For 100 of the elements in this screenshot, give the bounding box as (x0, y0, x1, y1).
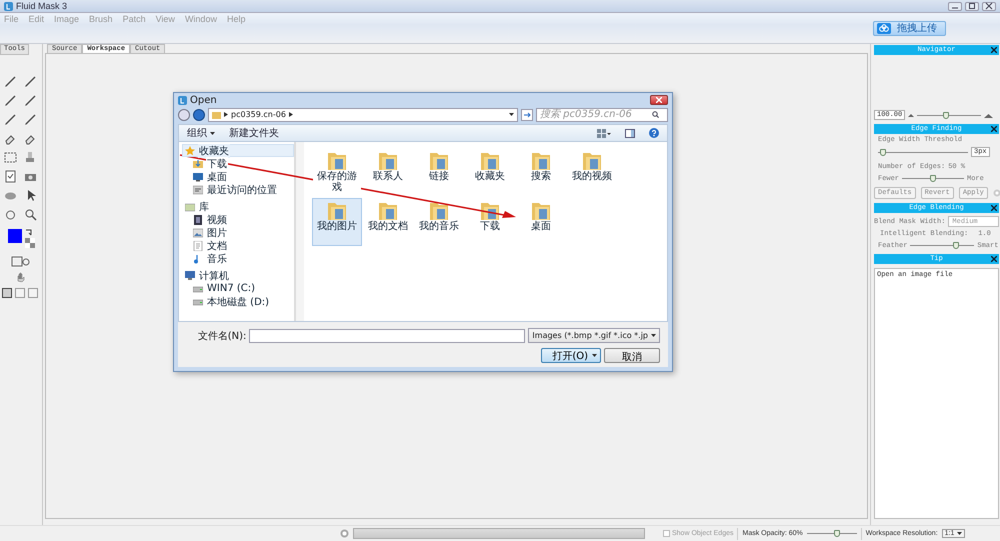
organize-menu[interactable]: 组织 (187, 126, 215, 140)
search-field[interactable]: 搜索 pc0359.cn-06 (536, 108, 668, 122)
folder-icon (212, 110, 221, 118)
brush-icon[interactable] (4, 94, 16, 107)
zoom-icon[interactable] (24, 208, 36, 221)
checklist-icon[interactable] (4, 170, 16, 183)
caret-icon (957, 532, 962, 535)
file-item[interactable]: 收藏夹 (465, 148, 515, 196)
slider-thumb[interactable] (834, 530, 840, 537)
monitor-icon (193, 172, 203, 182)
mask-opacity-slider[interactable] (806, 529, 857, 538)
caret-icon (509, 113, 514, 116)
file-item[interactable]: 保存的游戏 (312, 148, 362, 196)
nav-item[interactable]: WIN7 (C:) (182, 282, 294, 295)
folder-icon (531, 200, 551, 220)
file-item[interactable]: 联系人 (363, 148, 413, 196)
zoom-out-icon (908, 113, 914, 117)
nav-item[interactable]: 桌面 (182, 170, 294, 183)
nav-item[interactable]: 文档 (182, 239, 294, 252)
slider-thumb[interactable] (953, 242, 960, 249)
file-item[interactable]: 我的文档 (363, 198, 413, 246)
nav-item[interactable]: 视频 (182, 213, 294, 226)
folder-icon (480, 150, 500, 170)
close-button[interactable] (650, 95, 668, 105)
close-icon (656, 97, 662, 103)
cancel-button[interactable]: 取消 (604, 348, 660, 363)
computer-icon (185, 270, 195, 280)
close-icon (983, 2, 995, 10)
refresh-icon[interactable] (521, 108, 533, 120)
forward-button[interactable] (193, 108, 205, 120)
zoom-slider[interactable] (917, 110, 982, 120)
breadcrumb[interactable]: pc0359.cn-06 (231, 110, 286, 119)
caret-icon (210, 132, 215, 134)
search-icon (652, 111, 659, 118)
swap-arrows-icon[interactable] (25, 229, 32, 236)
library-icon (185, 202, 195, 212)
close-icon[interactable] (991, 126, 997, 132)
edges-slider[interactable] (902, 174, 964, 183)
brush-icon[interactable] (24, 94, 36, 107)
upload-button[interactable]: 拖拽上传 (873, 20, 946, 36)
minimize-button[interactable] (948, 2, 962, 10)
nav-item[interactable]: 下载 (182, 157, 294, 170)
dialog-title: Open (190, 94, 217, 106)
file-item[interactable]: 我的视频 (567, 148, 617, 196)
app-icon (178, 96, 187, 104)
nav-item[interactable]: 音乐 (182, 252, 294, 265)
picture-icon (193, 228, 203, 238)
transparency-swatch[interactable] (25, 238, 35, 248)
caret-icon (651, 334, 656, 337)
close-icon[interactable] (991, 256, 997, 262)
pen-icon[interactable] (4, 75, 16, 88)
field-label: 文件名(N): (198, 330, 246, 342)
drive-icon (193, 296, 203, 306)
color-swatch[interactable] (8, 229, 22, 243)
file-item[interactable]: 搜索 (516, 148, 566, 196)
filename-field[interactable] (249, 328, 526, 342)
blend-slider[interactable] (910, 241, 974, 250)
chevron-icon (288, 112, 293, 117)
slider-thumb[interactable] (930, 175, 936, 182)
folder-icon (327, 150, 347, 170)
nav-item[interactable]: 收藏夹 (182, 144, 294, 157)
address-bar[interactable]: pc0359.cn-06 (208, 108, 518, 122)
app-icon (4, 2, 13, 10)
open-button[interactable]: 打开(O) (541, 348, 601, 363)
restore-button[interactable] (965, 2, 979, 10)
stamp-icon[interactable] (24, 151, 36, 164)
file-item[interactable]: 桌面 (516, 198, 566, 246)
slider-thumb[interactable] (943, 112, 950, 118)
brush-icon[interactable] (4, 113, 16, 126)
nav-item[interactable]: 图片 (182, 226, 294, 239)
new-folder-button[interactable]: 新建文件夹 (229, 126, 279, 140)
folder-icon (531, 150, 551, 170)
close-icon[interactable] (991, 47, 997, 53)
download-folder-icon (193, 158, 203, 168)
nav-item[interactable]: 计算机 (182, 269, 294, 282)
pen-icon[interactable] (24, 75, 36, 88)
preview-pane-icon[interactable] (625, 128, 635, 138)
file-type-dropdown[interactable]: Images (*.bmp *.gif *.ico *.jp (528, 328, 660, 343)
file-item[interactable]: 下载 (465, 198, 515, 246)
back-button[interactable] (178, 108, 190, 120)
folder-icon (429, 200, 449, 220)
rectangle-select-icon[interactable] (4, 151, 16, 164)
close-button[interactable] (982, 2, 996, 10)
close-icon[interactable] (991, 205, 997, 211)
file-item[interactable]: 我的音乐 (414, 198, 464, 246)
slider-thumb[interactable] (880, 148, 886, 156)
mask-preview-icon[interactable] (11, 256, 31, 267)
file-item[interactable]: 我的图片 (312, 198, 362, 246)
scrollbar[interactable] (295, 142, 304, 321)
help-icon[interactable] (649, 128, 659, 138)
nav-item[interactable]: 库 (182, 200, 294, 213)
cloud-icon (877, 22, 891, 34)
view-mode-button[interactable] (2, 288, 12, 298)
folder-icon (378, 200, 398, 220)
zoom-in-icon (984, 112, 994, 118)
restore-icon (966, 2, 978, 10)
brush-icon[interactable] (24, 113, 36, 126)
threshold-slider[interactable] (878, 148, 968, 156)
file-item[interactable]: 链接 (414, 148, 464, 196)
view-options-icon[interactable] (597, 128, 611, 138)
